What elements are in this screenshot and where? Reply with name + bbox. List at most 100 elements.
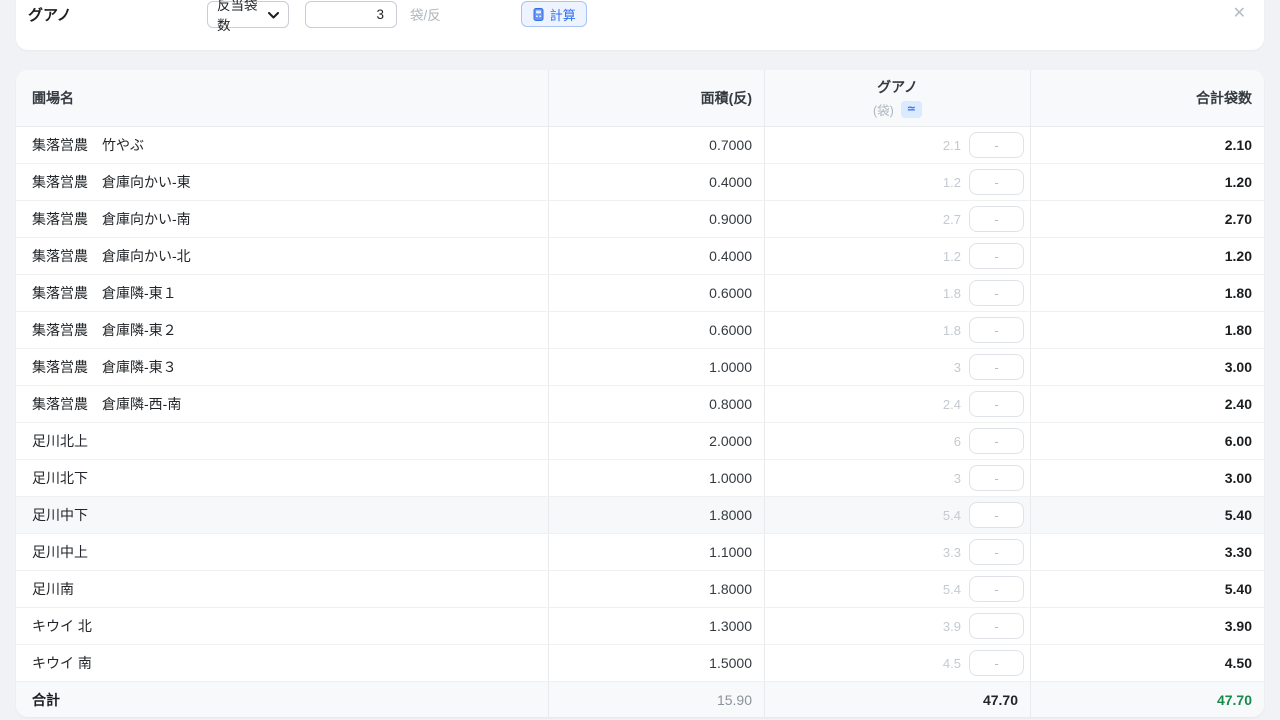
area-value: 1.3000 bbox=[549, 608, 765, 644]
table-row: 集落営農 倉庫隣-西-南 0.8000 2.4 2.40 bbox=[16, 386, 1264, 423]
bags-override-input[interactable] bbox=[969, 465, 1024, 491]
area-value: 0.4000 bbox=[549, 238, 765, 274]
bags-override-input[interactable] bbox=[969, 206, 1024, 232]
total-bags-value: 5.40 bbox=[1031, 497, 1264, 533]
bags-cell: 2.7 bbox=[765, 201, 1031, 237]
field-name: 足川北上 bbox=[16, 423, 549, 459]
bags-cell: 2.1 bbox=[765, 127, 1031, 163]
field-name: 集落営農 倉庫隣-東２ bbox=[16, 312, 549, 348]
area-value: 1.0000 bbox=[549, 460, 765, 496]
close-icon[interactable]: ✕ bbox=[1229, 4, 1250, 24]
field-name: 集落営農 倉庫隣-東１ bbox=[16, 275, 549, 311]
field-name: 集落営農 竹やぶ bbox=[16, 127, 549, 163]
table-header-row: 圃場名 面積(反) グアノ (袋) ≃ 合計袋数 bbox=[16, 70, 1264, 127]
table-row: 足川北上 2.0000 6 6.00 bbox=[16, 423, 1264, 460]
total-bags-value: 1.20 bbox=[1031, 238, 1264, 274]
table-row: 集落営農 倉庫向かい-南 0.9000 2.7 2.70 bbox=[16, 201, 1264, 238]
field-name: 集落営農 倉庫向かい-北 bbox=[16, 238, 549, 274]
field-name: 足川中上 bbox=[16, 534, 549, 570]
bags-override-input[interactable] bbox=[969, 502, 1024, 528]
bags-cell: 1.2 bbox=[765, 238, 1031, 274]
header-field-name: 圃場名 bbox=[16, 70, 549, 126]
calculated-bags-value: 3.3 bbox=[943, 545, 961, 560]
rate-per-tan-input[interactable] bbox=[305, 1, 397, 28]
chevron-down-icon bbox=[268, 7, 279, 22]
table-body: 集落営農 竹やぶ 0.7000 2.1 2.10 集落営農 倉庫向かい-東 0.… bbox=[16, 127, 1264, 682]
table-row: 集落営農 倉庫隣-東１ 0.6000 1.8 1.80 bbox=[16, 275, 1264, 312]
calculated-bags-value: 1.2 bbox=[943, 175, 961, 190]
calculated-bags-value: 3.9 bbox=[943, 619, 961, 634]
table-row: 足川中下 1.8000 5.4 5.40 bbox=[16, 497, 1264, 534]
field-name: キウイ 南 bbox=[16, 645, 549, 681]
bags-cell: 3 bbox=[765, 460, 1031, 496]
total-bags-value: 3.00 bbox=[1031, 349, 1264, 385]
bags-override-input[interactable] bbox=[969, 576, 1024, 602]
fields-table: 圃場名 面積(反) グアノ (袋) ≃ 合計袋数 集落営農 竹やぶ 0.7000… bbox=[16, 70, 1264, 717]
bags-override-input[interactable] bbox=[969, 317, 1024, 343]
calculated-bags-value: 1.8 bbox=[943, 286, 961, 301]
header-product-name: グアノ bbox=[877, 77, 918, 97]
total-bags-value: 1.80 bbox=[1031, 275, 1264, 311]
calculated-bags-value: 2.4 bbox=[943, 397, 961, 412]
bags-cell: 1.8 bbox=[765, 275, 1031, 311]
bags-override-input[interactable] bbox=[969, 428, 1024, 454]
total-bags-value: 3.90 bbox=[1031, 608, 1264, 644]
bags-cell: 5.4 bbox=[765, 497, 1031, 533]
footer-grand-total: 47.70 bbox=[1031, 682, 1264, 717]
area-value: 0.6000 bbox=[549, 275, 765, 311]
total-bags-value: 5.40 bbox=[1031, 571, 1264, 607]
area-value: 0.7000 bbox=[549, 127, 765, 163]
total-bags-value: 6.00 bbox=[1031, 423, 1264, 459]
bags-override-input[interactable] bbox=[969, 539, 1024, 565]
total-bags-value: 1.20 bbox=[1031, 164, 1264, 200]
calculated-bags-value: 5.4 bbox=[943, 508, 961, 523]
approx-badge-icon[interactable]: ≃ bbox=[901, 101, 922, 118]
calc-toolbar: グアノ 反当袋数 袋/反 計算 ✕ bbox=[16, 0, 1264, 50]
bags-cell: 3.3 bbox=[765, 534, 1031, 570]
field-name: 集落営農 倉庫隣-西-南 bbox=[16, 386, 549, 422]
calculated-bags-value: 4.5 bbox=[943, 656, 961, 671]
bags-override-input[interactable] bbox=[969, 243, 1024, 269]
table-footer-row: 合計 15.90 47.70 47.70 bbox=[16, 682, 1264, 717]
bags-override-input[interactable] bbox=[969, 280, 1024, 306]
calc-mode-select[interactable]: 反当袋数 bbox=[207, 1, 289, 28]
footer-total-label: 合計 bbox=[16, 682, 549, 717]
bags-override-input[interactable] bbox=[969, 354, 1024, 380]
calculate-button-label: 計算 bbox=[550, 5, 576, 24]
area-value: 1.8000 bbox=[549, 571, 765, 607]
field-name: 足川中下 bbox=[16, 497, 549, 533]
calculated-bags-value: 2.7 bbox=[943, 212, 961, 227]
bags-override-input[interactable] bbox=[969, 391, 1024, 417]
calculate-button[interactable]: 計算 bbox=[521, 1, 587, 27]
unit-label: 袋/反 bbox=[410, 4, 441, 24]
bags-cell: 6 bbox=[765, 423, 1031, 459]
field-name: 集落営農 倉庫向かい-東 bbox=[16, 164, 549, 200]
product-label: グアノ bbox=[28, 4, 207, 25]
total-bags-value: 2.70 bbox=[1031, 201, 1264, 237]
table-row: 足川北下 1.0000 3 3.00 bbox=[16, 460, 1264, 497]
bags-override-input[interactable] bbox=[969, 613, 1024, 639]
bags-override-input[interactable] bbox=[969, 650, 1024, 676]
calculated-bags-value: 5.4 bbox=[943, 582, 961, 597]
header-total-bags: 合計袋数 bbox=[1031, 70, 1264, 126]
calculated-bags-value: 6 bbox=[954, 434, 961, 449]
calculated-bags-value: 2.1 bbox=[943, 138, 961, 153]
area-value: 0.8000 bbox=[549, 386, 765, 422]
calc-mode-value: 反当袋数 bbox=[217, 0, 268, 34]
bags-override-input[interactable] bbox=[969, 132, 1024, 158]
bags-cell: 4.5 bbox=[765, 645, 1031, 681]
field-name: 集落営農 倉庫隣-東３ bbox=[16, 349, 549, 385]
area-value: 0.6000 bbox=[549, 312, 765, 348]
bags-cell: 3 bbox=[765, 349, 1031, 385]
table-row: 集落営農 倉庫向かい-東 0.4000 1.2 1.20 bbox=[16, 164, 1264, 201]
bags-override-input[interactable] bbox=[969, 169, 1024, 195]
area-value: 1.1000 bbox=[549, 534, 765, 570]
header-area: 面積(反) bbox=[549, 70, 765, 126]
field-name: 足川北下 bbox=[16, 460, 549, 496]
bags-cell: 3.9 bbox=[765, 608, 1031, 644]
header-product: グアノ (袋) ≃ bbox=[765, 70, 1031, 126]
bags-cell: 2.4 bbox=[765, 386, 1031, 422]
area-value: 1.0000 bbox=[549, 349, 765, 385]
table-row: 集落営農 倉庫隣-東３ 1.0000 3 3.00 bbox=[16, 349, 1264, 386]
area-value: 0.9000 bbox=[549, 201, 765, 237]
